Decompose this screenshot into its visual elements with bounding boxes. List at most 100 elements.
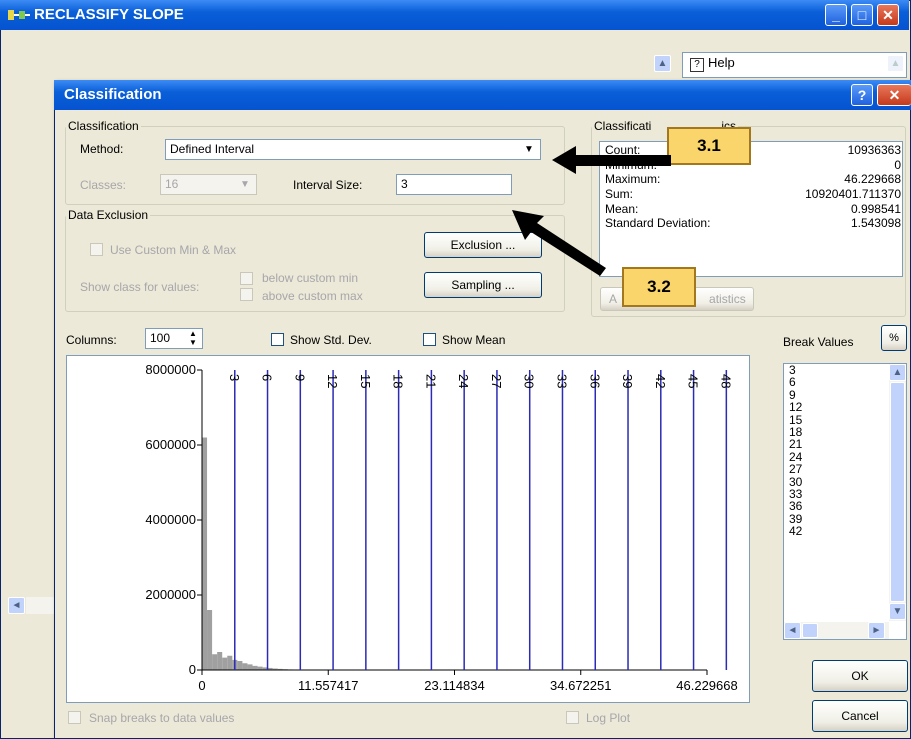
dialog-title: Classification (64, 86, 162, 103)
interval-size-value: 3 (401, 177, 408, 191)
spinner-arrows-icon[interactable]: ▲ ▼ (184, 329, 202, 348)
help-button[interactable]: ? Help (690, 53, 752, 73)
method-select[interactable]: Defined Interval (165, 139, 541, 160)
break-value-item[interactable]: 33 (784, 488, 906, 501)
break-value-label: 12 (325, 374, 340, 388)
callout-3-1: 3.1 (667, 127, 751, 165)
show-mean-checkbox[interactable] (423, 333, 436, 346)
break-values-label: Break Values (783, 335, 854, 349)
use-custom-label: Use Custom Min & Max (110, 243, 237, 257)
chevron-down-icon[interactable]: ▼ (235, 176, 255, 193)
break-value-label: 6 (260, 374, 275, 381)
histogram-bar (237, 661, 243, 670)
chevron-up-icon: ▲ (890, 58, 901, 69)
break-scroll-down-button[interactable]: ▼ (889, 603, 906, 620)
histogram-svg: 8000000 6000000 4000000 2000000 00 11.557417 2… (145, 362, 737, 693)
use-custom-checkbox[interactable] (90, 243, 103, 256)
break-value-label: 33 (554, 374, 569, 388)
cancel-button[interactable]: Cancel (812, 700, 908, 732)
maximize-button[interactable]: □ (851, 4, 873, 26)
break-value-item[interactable]: 18 (784, 426, 906, 439)
minimize-button[interactable]: _ (825, 4, 847, 26)
break-value-item[interactable]: 30 (784, 475, 906, 488)
above-custom-max-checkbox[interactable] (240, 288, 253, 301)
break-value-item[interactable]: 42 (784, 525, 906, 538)
log-plot-label: Log Plot (586, 711, 631, 725)
callout-3-2: 3.2 (622, 267, 696, 307)
close-icon: ✕ (888, 87, 901, 103)
outer-title-bar: RECLASSIFY SLOPE (0, 0, 909, 30)
stat-row: Mean: 0.998541 (605, 201, 901, 216)
histogram-chart: 8000000 6000000 4000000 2000000 0 0 11.557417 2… (66, 355, 750, 703)
break-value-label: 27 (489, 374, 504, 388)
break-value-item[interactable]: 21 (784, 438, 906, 451)
below-custom-min-checkbox[interactable] (240, 272, 253, 285)
break-value-label: 24 (456, 374, 471, 388)
break-value-label: 18 (391, 374, 406, 388)
break-value-item[interactable]: 15 (784, 413, 906, 426)
histogram-bar (217, 652, 223, 670)
break-scroll-thumb[interactable] (890, 382, 905, 602)
above-custom-max-label: above custom max (262, 289, 363, 303)
x-tick-label: 23.114834 (424, 678, 485, 693)
break-value-label: 15 (358, 374, 373, 388)
break-value-item[interactable]: 9 (784, 388, 906, 401)
dialog-title-bar: Classification (54, 80, 911, 110)
chevron-up-icon: ▲ (892, 367, 903, 378)
y-tick-label: 2000000 (145, 587, 196, 602)
break-value-item[interactable]: 12 (784, 401, 906, 414)
y-tick-label: 6000000 (145, 437, 196, 452)
help-scroll-up-button[interactable]: ▲ (887, 55, 904, 72)
log-plot-checkbox[interactable] (566, 711, 579, 724)
data-exclusion-group-label: Data Exclusion (66, 208, 151, 222)
dialog-close-button[interactable]: ✕ (877, 84, 911, 106)
chevron-up-icon: ▲ (657, 58, 668, 69)
stat-row: Sum: 10920401.711370 (605, 187, 901, 202)
break-value-item[interactable]: 27 (784, 463, 906, 476)
break-hscroll-thumb[interactable] (802, 623, 818, 638)
close-icon: ✕ (882, 7, 894, 23)
classes-value: 16 (165, 177, 179, 191)
chevron-left-icon: ◄ (11, 600, 22, 611)
break-value-label: 45 (686, 374, 701, 388)
maximize-icon: □ (857, 7, 867, 23)
break-value-label: 30 (522, 374, 537, 388)
histogram-bar (247, 664, 253, 670)
break-scroll-up-button[interactable]: ▲ (889, 364, 906, 381)
histogram-bar (257, 666, 263, 670)
dialog-help-button[interactable]: ? (851, 84, 873, 106)
y-tick-label: 4000000 (145, 512, 196, 527)
histogram-bar (222, 657, 228, 670)
question-icon: ? (857, 87, 867, 103)
break-scroll-left-button[interactable]: ◄ (784, 622, 801, 639)
percent-button[interactable]: % (881, 325, 907, 351)
columns-value: 100 (150, 331, 171, 345)
interval-size-input[interactable]: 3 (396, 174, 512, 195)
scroll-up-button[interactable]: ▲ (654, 55, 671, 72)
break-value-item[interactable]: 6 (784, 376, 906, 389)
chevron-down-icon[interactable]: ▼ (519, 140, 539, 159)
break-value-label: 3 (227, 374, 242, 381)
break-value-item[interactable]: 24 (784, 450, 906, 463)
break-value-label: 9 (292, 374, 307, 381)
x-tick-label: 34.672251 (550, 678, 611, 693)
help-icon: ? (690, 58, 704, 72)
snap-breaks-checkbox[interactable] (68, 711, 81, 724)
break-scroll-right-button[interactable]: ► (868, 622, 885, 639)
chevron-right-icon: ► (871, 625, 882, 636)
break-value-label: 21 (423, 374, 438, 388)
below-custom-min-label: below custom min (262, 271, 359, 285)
scroll-left-button[interactable]: ◄ (8, 597, 25, 614)
horizontal-scrollbar-track[interactable] (26, 597, 54, 614)
break-value-item[interactable]: 39 (784, 512, 906, 525)
close-button[interactable]: ✕ (877, 4, 899, 26)
show-std-dev-checkbox[interactable] (271, 333, 284, 346)
chevron-down-icon: ▼ (892, 606, 903, 617)
ok-button[interactable]: OK (812, 660, 908, 692)
classification-group-label: Classification (66, 119, 141, 133)
histogram-bar (242, 663, 248, 670)
columns-label: Columns: (66, 333, 117, 347)
histogram-bar (252, 665, 258, 670)
break-value-item[interactable]: 3 (784, 364, 906, 377)
break-value-item[interactable]: 36 (784, 500, 906, 513)
